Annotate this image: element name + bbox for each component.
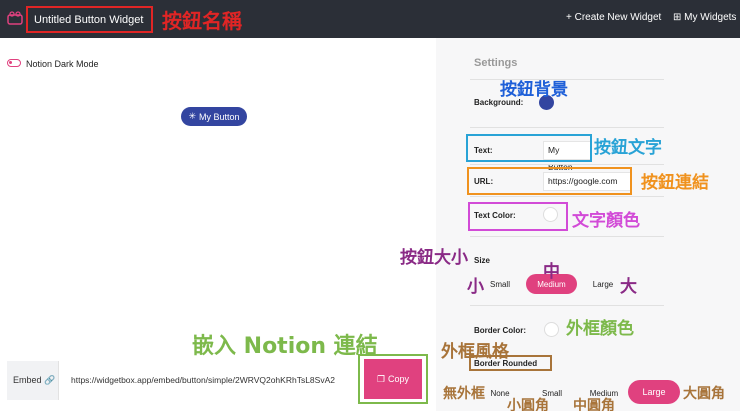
annotation-box-text (466, 134, 592, 162)
annotation-button-name: 按鈕名稱 (162, 9, 242, 33)
preview-button[interactable]: ✳ My Button (181, 107, 247, 126)
dark-mode-toggle[interactable] (7, 59, 21, 67)
embed-url-field[interactable]: https://widgetbox.app/embed/button/simpl… (58, 361, 359, 400)
divider (470, 196, 664, 197)
border-color-label: Border Color: (474, 326, 526, 335)
annotation-border-style: 外框風格 (441, 342, 509, 362)
annotation-small-round: 小圓角 (507, 398, 549, 411)
dark-mode-label: Notion Dark Mode (26, 59, 99, 69)
annotation-size-large: 大 (620, 277, 637, 297)
grid-icon: ⊞ (673, 12, 682, 23)
annotation-size-small: 小 (467, 277, 484, 297)
sparkle-icon: ✳ (188, 111, 196, 121)
size-large-option[interactable]: Large (584, 274, 622, 294)
annotation-size-medium: 中 (543, 262, 560, 282)
annotation-button-text: 按鈕文字 (594, 138, 662, 158)
annotation-box-url (467, 167, 632, 195)
annotation-medium-round: 中圓角 (573, 398, 615, 411)
embed-label: Embed 🔗 (13, 375, 56, 385)
annotation-box-text-color (468, 202, 568, 231)
annotation-button-link: 按鈕連結 (641, 173, 709, 193)
annotation-text-color: 文字顏色 (572, 211, 640, 231)
rounded-large-option[interactable]: Large (628, 380, 680, 404)
my-widgets-label: My Widgets (684, 12, 737, 23)
annotation-box-title (26, 6, 153, 33)
settings-title: Settings (474, 57, 518, 69)
annotation-box-copy (358, 354, 428, 404)
divider (470, 127, 664, 128)
create-new-widget-link[interactable]: + Create New Widget (566, 12, 661, 23)
annotation-large-round: 大圓角 (683, 386, 725, 402)
my-widgets-link[interactable]: ⊞ My Widgets (673, 12, 736, 23)
divider (470, 305, 664, 306)
annotation-embed-notion: 嵌入 Notion 連結 (192, 334, 378, 359)
annotation-border-color: 外框顏色 (566, 319, 634, 339)
preview-button-label: My Button (199, 111, 240, 122)
annotation-no-border: 無外框 (443, 386, 485, 402)
border-color-swatch[interactable] (544, 322, 559, 337)
size-small-option[interactable]: Small (482, 274, 518, 294)
size-label: Size (474, 256, 491, 265)
divider (470, 236, 664, 237)
link-icon: 🔗 (44, 375, 56, 385)
annotation-button-bg: 按鈕背景 (500, 80, 568, 100)
widgetbox-logo-icon[interactable] (7, 11, 23, 25)
divider (470, 164, 664, 165)
annotation-button-size: 按鈕大小 (400, 248, 468, 268)
